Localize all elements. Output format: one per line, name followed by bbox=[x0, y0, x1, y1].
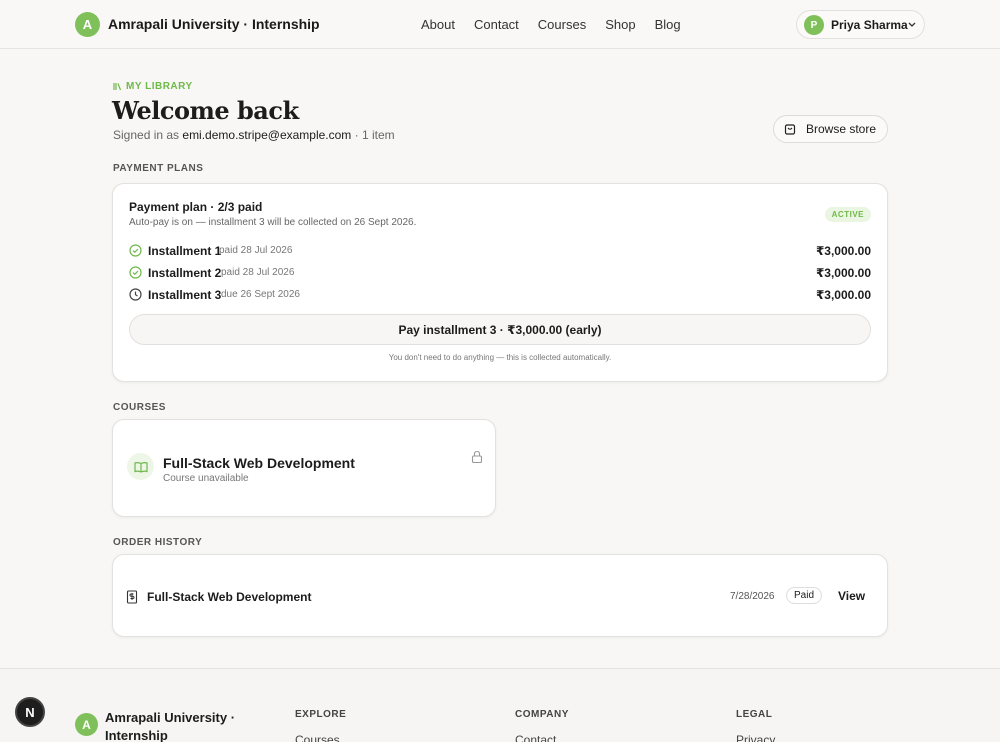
order-history-heading: ORDER HISTORY bbox=[113, 537, 203, 548]
signed-in-text: Signed in as emi.demo.stripe@example.com… bbox=[113, 128, 395, 142]
nav-about[interactable]: About bbox=[421, 17, 455, 32]
footer-link-courses[interactable]: Courses bbox=[295, 733, 340, 742]
payment-plans-heading: PAYMENT PLANS bbox=[113, 163, 204, 174]
dev-tools-button[interactable]: N bbox=[15, 697, 45, 727]
site-footer: A Amrapali University · Internship EXPLO… bbox=[0, 668, 1000, 742]
nav-courses[interactable]: Courses bbox=[538, 17, 586, 32]
status-badge: ACTIVE bbox=[824, 207, 871, 222]
order-date: 7/28/2026 bbox=[730, 591, 775, 602]
nav-blog[interactable]: Blog bbox=[655, 17, 681, 32]
page-title: Welcome back bbox=[112, 96, 299, 125]
installment-amount: ₹3,000.00 bbox=[815, 266, 871, 280]
eyebrow-label: MY LIBRARY bbox=[126, 81, 193, 92]
auto-pay-note: You don't need to do anything — this is … bbox=[388, 353, 612, 362]
payment-plan-title: Payment plan · 2/3 paid bbox=[129, 200, 263, 214]
item-count: · 1 item bbox=[351, 128, 395, 142]
footer-heading-explore: EXPLORE bbox=[295, 709, 347, 720]
course-card[interactable]: Full-Stack Web Development Course unavai… bbox=[112, 419, 496, 517]
installment-amount: ₹3,000.00 bbox=[815, 244, 871, 258]
installment-name: Installment 2 bbox=[148, 266, 222, 280]
course-title: Full-Stack Web Development bbox=[163, 455, 355, 471]
payment-plan-card: Payment plan · 2/3 paid Auto-pay is on —… bbox=[112, 183, 888, 382]
courses-heading: COURSES bbox=[113, 402, 166, 413]
course-status: Course unavailable bbox=[163, 473, 249, 484]
installment-name: Installment 3 bbox=[148, 288, 222, 302]
order-title: Full-Stack Web Development bbox=[147, 590, 312, 604]
user-menu-button[interactable]: P Priya Sharma bbox=[796, 10, 925, 39]
brand-logo[interactable]: A bbox=[75, 12, 100, 37]
installment-date: paid 28 Jul 2026 bbox=[221, 267, 295, 278]
footer-heading-company: COMPANY bbox=[515, 709, 569, 720]
book-icon bbox=[133, 461, 148, 473]
footer-link-contact[interactable]: Contact bbox=[515, 733, 556, 742]
lock-icon bbox=[471, 450, 483, 464]
nav-shop[interactable]: Shop bbox=[605, 17, 635, 32]
chevron-down-icon bbox=[908, 22, 916, 27]
receipt-icon bbox=[126, 590, 138, 604]
footer-link-privacy[interactable]: Privacy bbox=[736, 733, 775, 742]
installment-date: due 26 Sept 2026 bbox=[221, 289, 300, 300]
view-order-link[interactable]: View bbox=[838, 589, 865, 603]
page-eyebrow: MY LIBRARY bbox=[113, 81, 193, 92]
installment-date: paid 28 Jul 2026 bbox=[219, 245, 293, 256]
main-nav: About Contact Courses Shop Blog bbox=[421, 17, 681, 32]
shopping-bag-icon bbox=[784, 124, 796, 135]
user-name: Priya Sharma bbox=[831, 18, 908, 32]
installment-amount: ₹3,000.00 bbox=[815, 288, 871, 302]
order-history-card: Full-Stack Web Development 7/28/2026 Pai… bbox=[112, 554, 888, 637]
check-circle-icon bbox=[129, 266, 142, 279]
brand-name[interactable]: Amrapali University · Internship bbox=[108, 16, 320, 32]
top-header: A Amrapali University · Internship About… bbox=[0, 0, 1000, 49]
avatar: P bbox=[804, 15, 824, 35]
payment-plan-subtitle: Auto-pay is on — installment 3 will be c… bbox=[129, 217, 417, 228]
installment-name: Installment 1 bbox=[148, 244, 222, 258]
footer-brand[interactable]: Amrapali University · Internship bbox=[105, 709, 245, 742]
status-badge: Paid bbox=[786, 587, 823, 604]
footer-heading-legal: LEGAL bbox=[736, 709, 773, 720]
nav-contact[interactable]: Contact bbox=[474, 17, 519, 32]
check-circle-icon bbox=[129, 244, 142, 257]
user-email: emi.demo.stripe@example.com bbox=[182, 128, 352, 142]
pay-installment-button[interactable]: Pay installment 3 · ₹3,000.00 (early) bbox=[129, 314, 871, 345]
browse-store-button[interactable]: Browse store bbox=[773, 115, 888, 143]
browse-store-label: Browse store bbox=[806, 122, 877, 136]
installment-row: Installment 3 due 26 Sept 2026 ₹3,000.00 bbox=[129, 286, 871, 304]
library-icon bbox=[113, 83, 122, 91]
signed-prefix: Signed in as bbox=[113, 128, 183, 142]
installment-row: Installment 2 paid 28 Jul 2026 ₹3,000.00 bbox=[129, 264, 871, 282]
installment-row: Installment 1 paid 28 Jul 2026 ₹3,000.00 bbox=[129, 242, 871, 260]
course-icon-wrapper bbox=[127, 453, 154, 480]
clock-icon bbox=[129, 288, 142, 301]
footer-logo[interactable]: A bbox=[75, 713, 98, 736]
